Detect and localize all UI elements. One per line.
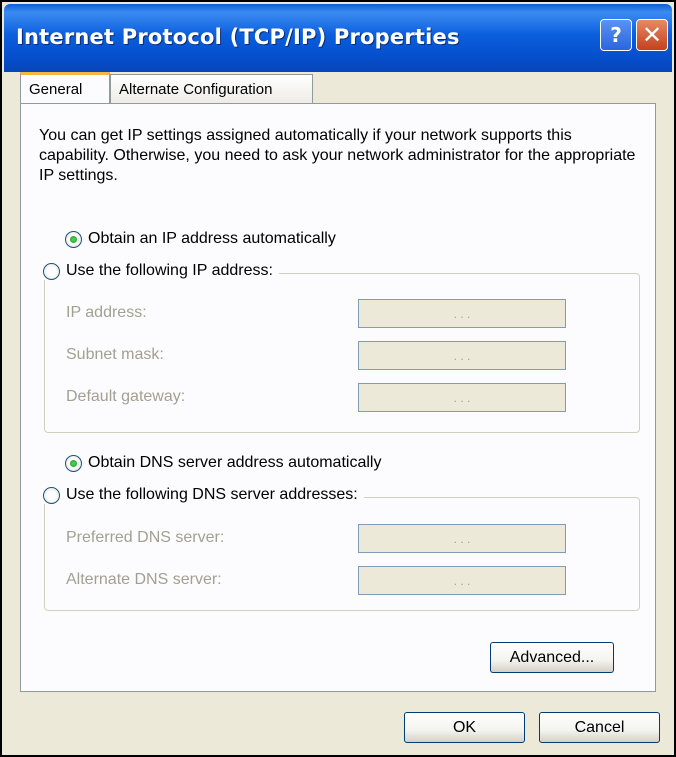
title-bar[interactable]: Internet Protocol (TCP/IP) Properties ? … — [4, 4, 672, 72]
default-gateway-input[interactable]: . . . — [358, 383, 566, 412]
subnet-mask-input[interactable]: . . . — [358, 341, 566, 370]
ok-button[interactable]: OK — [404, 712, 525, 743]
obtain-ip-auto-radio[interactable]: Obtain an IP address automatically — [65, 230, 336, 248]
use-following-ip-label: Use the following IP address: — [66, 262, 273, 279]
radio-unselected-icon — [43, 486, 60, 504]
tcpip-properties-dialog: Internet Protocol (TCP/IP) Properties ? … — [0, 0, 676, 757]
close-icon: ✕ — [641, 21, 663, 49]
use-following-ip-radio[interactable]: Use the following IP address: — [43, 262, 279, 280]
cancel-button[interactable]: Cancel — [539, 712, 660, 743]
radio-selected-icon — [65, 230, 82, 248]
help-button[interactable]: ? — [600, 19, 632, 51]
tab-general[interactable]: General — [20, 72, 110, 103]
use-following-dns-radio[interactable]: Use the following DNS server addresses: — [43, 486, 364, 504]
close-button[interactable]: ✕ — [636, 19, 668, 51]
ip-address-label: IP address: — [66, 304, 147, 321]
obtain-dns-auto-radio[interactable]: Obtain DNS server address automatically — [65, 454, 381, 472]
alternate-dns-input[interactable]: . . . — [358, 566, 566, 595]
alternate-dns-label: Alternate DNS server: — [66, 571, 222, 588]
preferred-dns-label: Preferred DNS server: — [66, 529, 225, 546]
obtain-dns-auto-label: Obtain DNS server address automatically — [88, 454, 382, 471]
radio-unselected-icon — [43, 262, 60, 280]
description-text: You can get IP settings assigned automat… — [39, 127, 636, 184]
advanced-button[interactable]: Advanced... — [490, 642, 614, 673]
use-following-dns-label: Use the following DNS server addresses: — [66, 486, 358, 503]
default-gateway-label: Default gateway: — [66, 388, 186, 405]
general-tab-page: You can get IP settings assigned automat… — [20, 103, 656, 692]
window-title: Internet Protocol (TCP/IP) Properties — [16, 25, 460, 49]
tab-alternate-configuration[interactable]: Alternate Configuration — [110, 74, 313, 104]
obtain-ip-auto-label: Obtain an IP address automatically — [88, 230, 336, 247]
ip-address-input[interactable]: . . . — [358, 299, 566, 328]
preferred-dns-input[interactable]: . . . — [358, 524, 566, 553]
radio-selected-icon — [65, 454, 82, 472]
subnet-mask-label: Subnet mask: — [66, 346, 164, 363]
help-icon: ? — [610, 23, 622, 47]
